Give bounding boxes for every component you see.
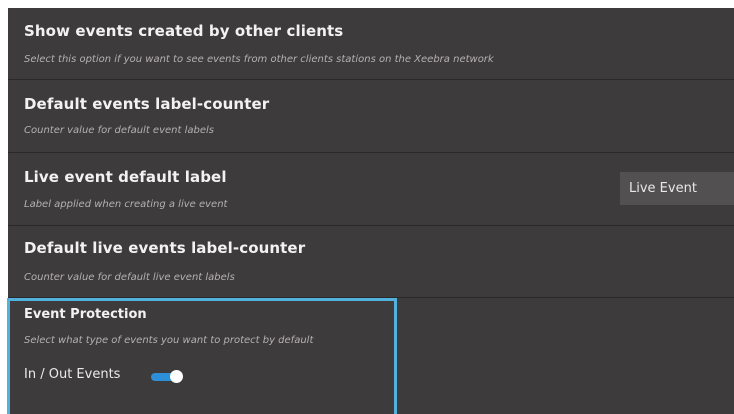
setting-default-live-events-label-counter[interactable]: Default live events label-counter Counte… xyxy=(8,226,734,298)
window-top-edge xyxy=(0,0,734,8)
setting-show-other-clients-events[interactable]: Show events created by other clients Sel… xyxy=(8,8,734,80)
setting-title: Default events label-counter xyxy=(24,95,270,113)
setting-description: Select this option if you want to see ev… xyxy=(24,54,494,65)
in-out-events-toggle[interactable] xyxy=(151,370,184,383)
setting-title: Show events created by other clients xyxy=(24,22,344,40)
in-out-events-label: In / Out Events xyxy=(24,367,121,382)
setting-default-events-label-counter[interactable]: Default events label-counter Counter val… xyxy=(8,80,734,153)
setting-description: Counter value for default event labels xyxy=(24,125,214,136)
setting-description: Label applied when creating a live event xyxy=(24,199,228,210)
event-protection-title: Event Protection xyxy=(24,307,147,322)
setting-description: Counter value for default live event lab… xyxy=(24,272,235,283)
live-event-label-input[interactable] xyxy=(620,172,734,205)
setting-title: Live event default label xyxy=(24,168,227,186)
event-protection-description: Select what type of events you want to p… xyxy=(24,335,314,346)
toggle-knob xyxy=(170,370,183,383)
setting-title: Default live events label-counter xyxy=(24,239,306,257)
